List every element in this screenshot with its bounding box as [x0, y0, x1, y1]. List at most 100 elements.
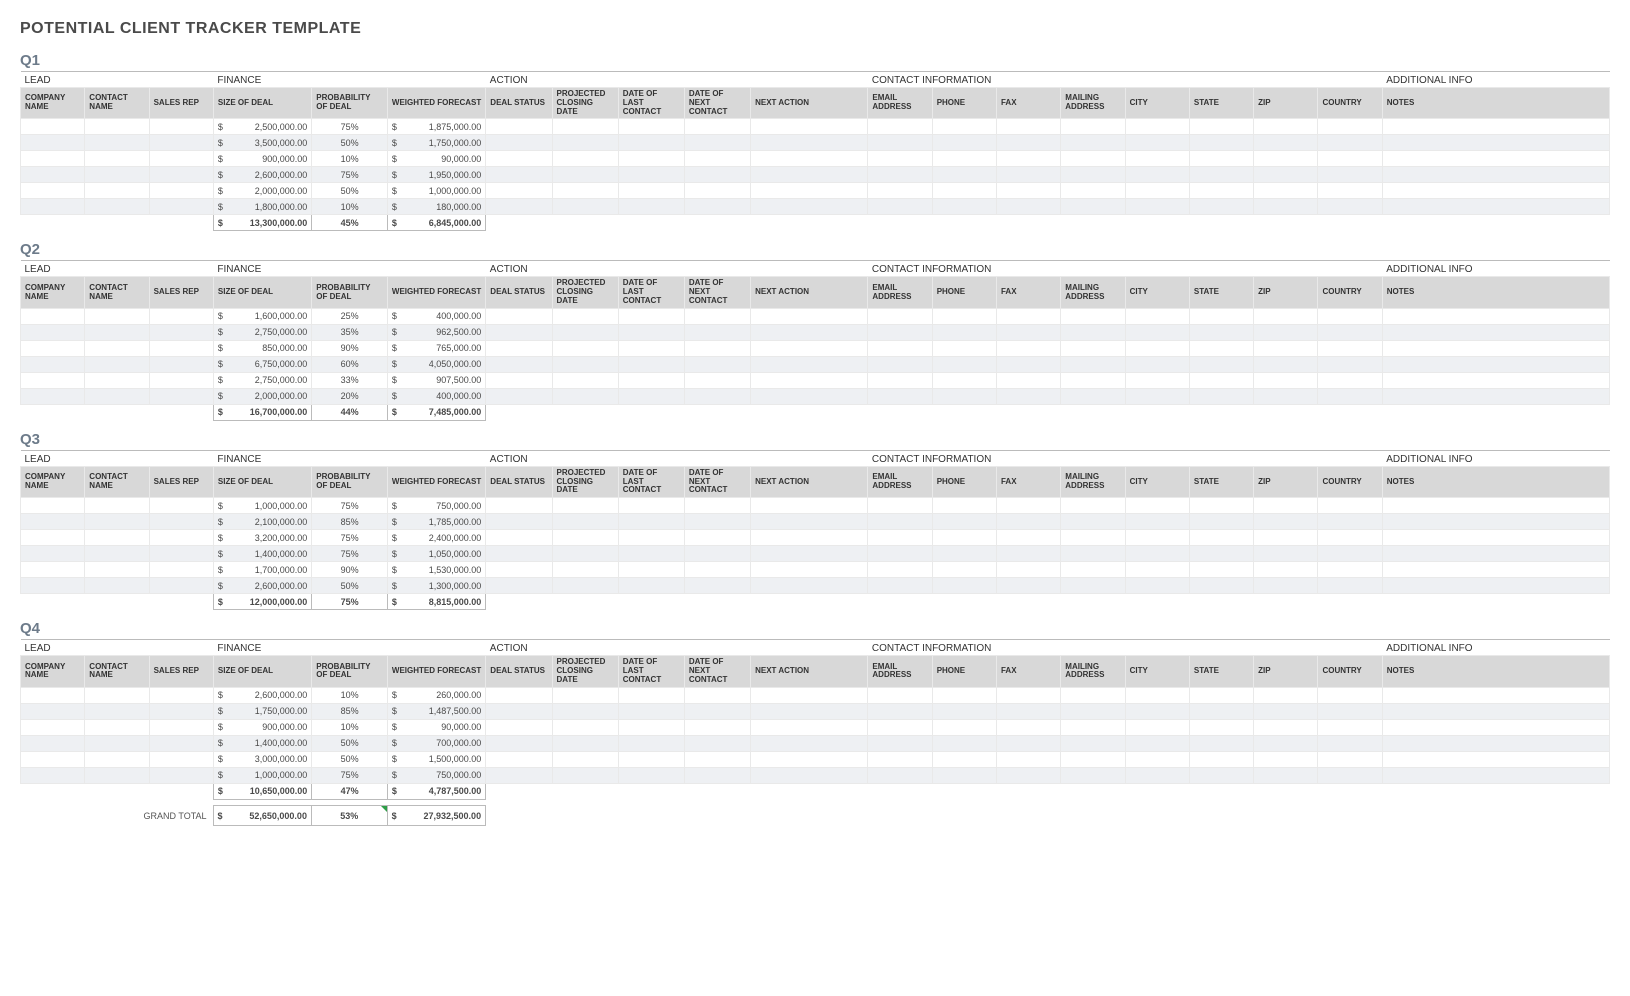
cell[interactable]: [21, 340, 85, 356]
cell[interactable]: [932, 151, 996, 167]
cell[interactable]: [1125, 356, 1189, 372]
cell[interactable]: [1254, 308, 1318, 324]
cell[interactable]: [1254, 751, 1318, 767]
probability[interactable]: 25%: [312, 308, 388, 324]
cell[interactable]: [932, 735, 996, 751]
cell[interactable]: [1125, 514, 1189, 530]
cell[interactable]: [751, 562, 868, 578]
cell[interactable]: [1125, 372, 1189, 388]
cell[interactable]: [21, 578, 85, 594]
cell[interactable]: [486, 199, 552, 215]
cell[interactable]: [1189, 167, 1253, 183]
cell[interactable]: [1061, 308, 1125, 324]
cell[interactable]: [684, 388, 750, 404]
probability[interactable]: 10%: [312, 687, 388, 703]
cell[interactable]: [1382, 183, 1609, 199]
cell[interactable]: [552, 372, 618, 388]
cell[interactable]: [868, 530, 932, 546]
cell[interactable]: [1382, 687, 1609, 703]
weighted-forecast[interactable]: $90,000.00: [387, 719, 485, 735]
cell[interactable]: [1382, 308, 1609, 324]
probability[interactable]: 90%: [312, 340, 388, 356]
cell[interactable]: [1318, 372, 1382, 388]
cell[interactable]: [1125, 751, 1189, 767]
cell[interactable]: [21, 308, 85, 324]
cell[interactable]: [1382, 167, 1609, 183]
cell[interactable]: [751, 388, 868, 404]
size-of-deal[interactable]: $2,000,000.00: [213, 183, 311, 199]
cell[interactable]: [85, 308, 149, 324]
cell[interactable]: [1382, 324, 1609, 340]
weighted-forecast[interactable]: $1,750,000.00: [387, 135, 485, 151]
cell[interactable]: [996, 703, 1060, 719]
cell[interactable]: [932, 719, 996, 735]
cell[interactable]: [1382, 199, 1609, 215]
cell[interactable]: [618, 151, 684, 167]
cell[interactable]: [1061, 767, 1125, 783]
size-of-deal[interactable]: $3,000,000.00: [213, 751, 311, 767]
cell[interactable]: [1318, 735, 1382, 751]
cell[interactable]: [868, 167, 932, 183]
size-of-deal[interactable]: $1,750,000.00: [213, 703, 311, 719]
cell[interactable]: [552, 767, 618, 783]
cell[interactable]: [932, 767, 996, 783]
cell[interactable]: [1189, 183, 1253, 199]
cell[interactable]: [1125, 735, 1189, 751]
cell[interactable]: [149, 767, 213, 783]
cell[interactable]: [85, 340, 149, 356]
cell[interactable]: [1254, 324, 1318, 340]
cell[interactable]: [85, 498, 149, 514]
cell[interactable]: [618, 183, 684, 199]
cell[interactable]: [1061, 735, 1125, 751]
cell[interactable]: [932, 562, 996, 578]
probability[interactable]: 50%: [312, 183, 388, 199]
probability[interactable]: 10%: [312, 151, 388, 167]
cell[interactable]: [1254, 562, 1318, 578]
cell[interactable]: [85, 167, 149, 183]
cell[interactable]: [1061, 530, 1125, 546]
cell[interactable]: [486, 324, 552, 340]
cell[interactable]: [684, 767, 750, 783]
cell[interactable]: [751, 530, 868, 546]
cell[interactable]: [1318, 167, 1382, 183]
cell[interactable]: [618, 119, 684, 135]
probability[interactable]: 10%: [312, 199, 388, 215]
cell[interactable]: [1189, 687, 1253, 703]
cell[interactable]: [486, 703, 552, 719]
cell[interactable]: [751, 735, 868, 751]
cell[interactable]: [1061, 119, 1125, 135]
cell[interactable]: [684, 546, 750, 562]
cell[interactable]: [1125, 151, 1189, 167]
cell[interactable]: [684, 735, 750, 751]
cell[interactable]: [21, 735, 85, 751]
cell[interactable]: [996, 119, 1060, 135]
weighted-forecast[interactable]: $1,530,000.00: [387, 562, 485, 578]
cell[interactable]: [552, 183, 618, 199]
cell[interactable]: [1189, 308, 1253, 324]
weighted-forecast[interactable]: $1,050,000.00: [387, 546, 485, 562]
cell[interactable]: [618, 514, 684, 530]
cell[interactable]: [21, 498, 85, 514]
cell[interactable]: [21, 199, 85, 215]
cell[interactable]: [751, 119, 868, 135]
cell[interactable]: [868, 719, 932, 735]
cell[interactable]: [149, 199, 213, 215]
size-of-deal[interactable]: $2,600,000.00: [213, 167, 311, 183]
cell[interactable]: [1318, 498, 1382, 514]
cell[interactable]: [751, 356, 868, 372]
cell[interactable]: [1382, 514, 1609, 530]
cell[interactable]: [751, 372, 868, 388]
cell[interactable]: [1125, 388, 1189, 404]
cell[interactable]: [1061, 719, 1125, 735]
cell[interactable]: [932, 372, 996, 388]
cell[interactable]: [996, 578, 1060, 594]
cell[interactable]: [1189, 498, 1253, 514]
probability[interactable]: 75%: [312, 767, 388, 783]
cell[interactable]: [1061, 151, 1125, 167]
cell[interactable]: [149, 703, 213, 719]
cell[interactable]: [751, 703, 868, 719]
cell[interactable]: [1318, 324, 1382, 340]
cell[interactable]: [21, 562, 85, 578]
cell[interactable]: [751, 687, 868, 703]
cell[interactable]: [21, 767, 85, 783]
